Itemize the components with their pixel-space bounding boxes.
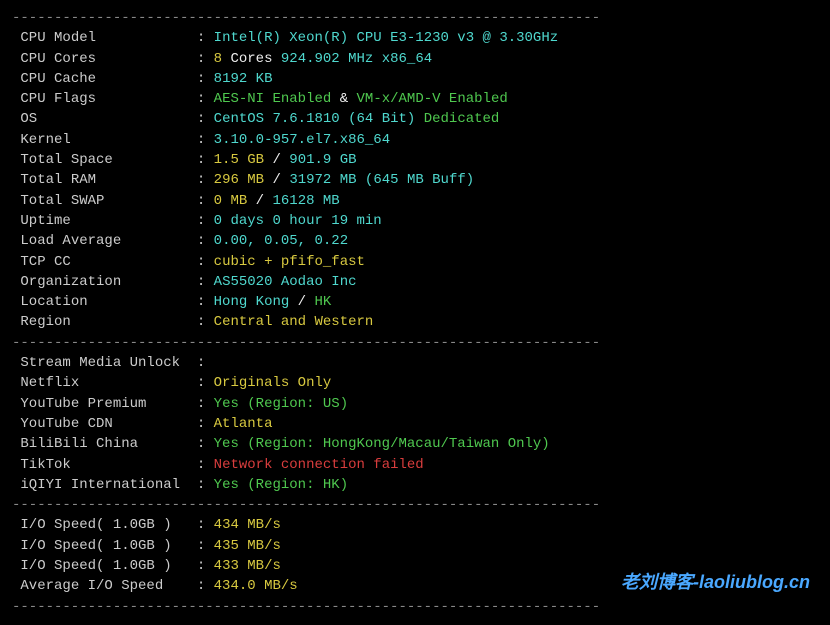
io-value-3: 433 MB/s bbox=[214, 558, 281, 574]
region-row: Region : Central and Western bbox=[12, 312, 818, 332]
tiktok-label: TikTok bbox=[12, 455, 197, 475]
netflix-row: Netflix : Originals Only bbox=[12, 373, 818, 393]
yt-cdn-value: Atlanta bbox=[214, 416, 273, 432]
io-row-2: I/O Speed( 1.0GB ) : 435 MB/s bbox=[12, 536, 818, 556]
org-value: AS55020 Aodao Inc bbox=[214, 274, 357, 290]
divider: ----------------------------------------… bbox=[12, 495, 818, 515]
stream-header: Stream Media Unlock : bbox=[12, 353, 818, 373]
swap-label: Total SWAP bbox=[12, 191, 197, 211]
load-value: 0.00, 0.05, 0.22 bbox=[214, 233, 348, 249]
tiktok-row: TikTok : Network connection failed bbox=[12, 455, 818, 475]
netflix-label: Netflix bbox=[12, 373, 197, 393]
cpu-cores-row: CPU Cores : 8 Cores 924.902 MHz x86_64 bbox=[12, 49, 818, 69]
cpu-cache-label: CPU Cache bbox=[12, 69, 197, 89]
space-total: 901.9 GB bbox=[289, 152, 356, 168]
space-label: Total Space bbox=[12, 150, 197, 170]
bilibili-value: Yes (Region: HongKong/Macau/Taiwan Only) bbox=[214, 436, 550, 452]
location-row: Location : Hong Kong / HK bbox=[12, 292, 818, 312]
cpu-model-value: Intel(R) Xeon(R) CPU E3-1230 v3 @ 3.30GH… bbox=[214, 30, 558, 46]
ram-buff: (645 MB Buff) bbox=[357, 172, 475, 188]
iqiyi-value: Yes (Region: HK) bbox=[214, 477, 348, 493]
cpu-cores-count: 8 bbox=[214, 51, 222, 67]
location-city: Hong Kong bbox=[214, 294, 290, 310]
cpu-flags-label: CPU Flags bbox=[12, 89, 197, 109]
io-value-1: 434 MB/s bbox=[214, 517, 281, 533]
org-label: Organization bbox=[12, 272, 197, 292]
yt-premium-label: YouTube Premium bbox=[12, 394, 197, 414]
bilibili-row: BiliBili China : Yes (Region: HongKong/M… bbox=[12, 434, 818, 454]
io-label-2: I/O Speed( 1.0GB ) bbox=[12, 536, 197, 556]
io-avg-value: 434.0 MB/s bbox=[214, 578, 298, 594]
cpu-model-row: CPU Model : Intel(R) Xeon(R) CPU E3-1230… bbox=[12, 28, 818, 48]
region-label: Region bbox=[12, 312, 197, 332]
watermark: 老刘博客-laoliublog.cn bbox=[621, 569, 810, 595]
yt-premium-row: YouTube Premium : Yes (Region: US) bbox=[12, 394, 818, 414]
cpu-cores-label: CPU Cores bbox=[12, 49, 197, 69]
tcp-value: cubic + pfifo_fast bbox=[214, 254, 365, 270]
ram-label: Total RAM bbox=[12, 170, 197, 190]
tiktok-value: Network connection failed bbox=[214, 457, 424, 473]
io-avg-label: Average I/O Speed bbox=[12, 576, 197, 596]
yt-cdn-row: YouTube CDN : Atlanta bbox=[12, 414, 818, 434]
io-label-1: I/O Speed( 1.0GB ) bbox=[12, 515, 197, 535]
os-row: OS : CentOS 7.6.1810 (64 Bit) Dedicated bbox=[12, 109, 818, 129]
uptime-label: Uptime bbox=[12, 211, 197, 231]
space-used: 1.5 GB bbox=[214, 152, 264, 168]
os-type: Dedicated bbox=[415, 111, 499, 127]
io-value-2: 435 MB/s bbox=[214, 538, 281, 554]
ram-total: 31972 MB bbox=[289, 172, 356, 188]
divider: ----------------------------------------… bbox=[12, 8, 818, 28]
tcp-label: TCP CC bbox=[12, 252, 197, 272]
cpu-cache-value: 8192 KB bbox=[214, 71, 273, 87]
yt-cdn-label: YouTube CDN bbox=[12, 414, 197, 434]
bilibili-label: BiliBili China bbox=[12, 434, 197, 454]
io-label-3: I/O Speed( 1.0GB ) bbox=[12, 556, 197, 576]
os-label: OS bbox=[12, 109, 197, 129]
swap-total: 16128 MB bbox=[272, 193, 339, 209]
kernel-label: Kernel bbox=[12, 130, 197, 150]
cpu-freq: 924.902 MHz x86_64 bbox=[281, 51, 432, 67]
location-label: Location bbox=[12, 292, 197, 312]
location-cc: HK bbox=[315, 294, 332, 310]
aes-ni-value: AES-NI Enabled bbox=[214, 91, 332, 107]
netflix-value: Originals Only bbox=[214, 375, 332, 391]
divider: ----------------------------------------… bbox=[12, 333, 818, 353]
cpu-cache-row: CPU Cache : 8192 KB bbox=[12, 69, 818, 89]
vmx-value: VM-x/AMD-V Enabled bbox=[357, 91, 508, 107]
swap-used: 0 MB bbox=[214, 193, 248, 209]
region-value: Central and Western bbox=[214, 314, 374, 330]
kernel-row: Kernel : 3.10.0-957.el7.x86_64 bbox=[12, 130, 818, 150]
ram-used: 296 MB bbox=[214, 172, 264, 188]
swap-row: Total SWAP : 0 MB / 16128 MB bbox=[12, 191, 818, 211]
iqiyi-label: iQIYI International bbox=[12, 475, 197, 495]
io-row-1: I/O Speed( 1.0GB ) : 434 MB/s bbox=[12, 515, 818, 535]
space-row: Total Space : 1.5 GB / 901.9 GB bbox=[12, 150, 818, 170]
iqiyi-row: iQIYI International : Yes (Region: HK) bbox=[12, 475, 818, 495]
ram-row: Total RAM : 296 MB / 31972 MB (645 MB Bu… bbox=[12, 170, 818, 190]
kernel-value: 3.10.0-957.el7.x86_64 bbox=[214, 132, 390, 148]
cpu-flags-row: CPU Flags : AES-NI Enabled & VM-x/AMD-V … bbox=[12, 89, 818, 109]
org-row: Organization : AS55020 Aodao Inc bbox=[12, 272, 818, 292]
uptime-value: 0 days 0 hour 19 min bbox=[214, 213, 382, 229]
uptime-row: Uptime : 0 days 0 hour 19 min bbox=[12, 211, 818, 231]
tcp-row: TCP CC : cubic + pfifo_fast bbox=[12, 252, 818, 272]
os-value: CentOS 7.6.1810 (64 Bit) bbox=[214, 111, 416, 127]
cpu-model-label: CPU Model bbox=[12, 28, 197, 48]
load-row: Load Average : 0.00, 0.05, 0.22 bbox=[12, 231, 818, 251]
divider: ----------------------------------------… bbox=[12, 597, 818, 617]
load-label: Load Average bbox=[12, 231, 197, 251]
yt-premium-value: Yes (Region: US) bbox=[214, 396, 348, 412]
